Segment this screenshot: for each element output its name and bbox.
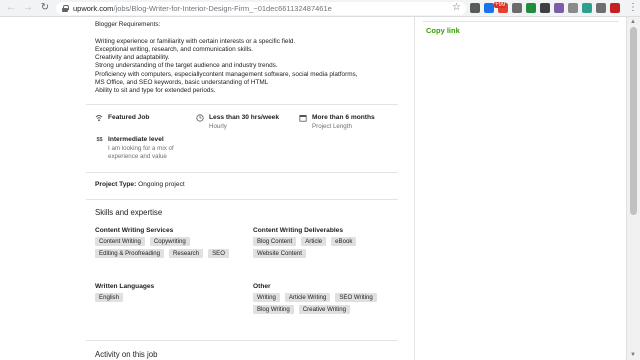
skill-tags: English [95, 293, 245, 302]
forward-icon[interactable]: → [22, 2, 34, 14]
url-host: upwork.com [73, 4, 114, 13]
requirements-heading: Blogger Requirements: [95, 21, 161, 28]
skill-group-title: Content Writing Deliverables [253, 227, 344, 234]
url-path: /jobs/Blog-Writer-for-Interior-Design-Fi… [113, 4, 332, 13]
featured-job-label: Featured Job [108, 114, 150, 121]
skill-tag[interactable]: Creative Writing [298, 305, 350, 314]
browser-menu-icon[interactable]: ⋮ [628, 2, 638, 13]
skill-tag[interactable]: Writing [253, 293, 280, 302]
skill-tag[interactable]: Content Writing [95, 237, 145, 246]
extension-icon-dark[interactable] [470, 3, 480, 13]
project-type-value: Ongoing project [138, 181, 185, 188]
skill-group-title: Written Languages [95, 283, 155, 290]
skill-tag[interactable]: Blog Writing [253, 305, 294, 314]
skill-tag[interactable]: English [95, 293, 123, 302]
extension-icon-purple[interactable] [554, 3, 564, 13]
skills-title: Skills and expertise [95, 208, 163, 217]
scroll-down-arrow-icon[interactable]: ▼ [630, 352, 636, 358]
skill-tags: Writing Article Writing SEO Writing Blog… [253, 293, 403, 314]
skill-tag[interactable]: Research [168, 249, 204, 258]
skill-group-content-writing-deliverables: Content Writing Deliverables Blog Conten… [253, 227, 403, 258]
extension-icon-blue[interactable] [484, 3, 494, 13]
skill-tag[interactable]: eBook [331, 237, 357, 246]
skill-tag[interactable]: Copywriting [149, 237, 190, 246]
skill-tag[interactable]: Article [301, 237, 327, 246]
extension-badge-count: +99 [494, 2, 507, 8]
lock-icon [62, 5, 69, 12]
experience-level-desc: I am looking for a mix of experience and… [108, 145, 174, 160]
requirement-line: Strong understanding of the target audie… [95, 62, 278, 70]
divider [86, 199, 398, 200]
extension-icon-teal[interactable] [582, 3, 592, 13]
skill-group-content-writing-services: Content Writing Services Content Writing… [95, 227, 245, 258]
hours-label: Less than 30 hrs/week [209, 114, 280, 121]
project-length-caption: Project Length [312, 123, 352, 130]
skill-tag[interactable]: SEO Writing [335, 293, 377, 302]
scroll-up-arrow-icon[interactable]: ▲ [630, 19, 636, 25]
divider [86, 172, 398, 173]
requirements-block: Blogger Requirements: Writing experience… [95, 21, 405, 96]
extension-icon-gray-3[interactable] [596, 3, 606, 13]
activity-title: Activity on this job [95, 350, 158, 359]
skill-tag[interactable]: SEO [208, 249, 229, 258]
calendar-icon [299, 114, 307, 122]
reload-icon[interactable]: ↻ [39, 2, 51, 14]
address-bar[interactable]: upwork.com/jobs/Blog-Writer-for-Interior… [56, 2, 466, 15]
job-details-page: Blogger Requirements: Writing experience… [0, 17, 626, 360]
bookmark-star-icon[interactable]: ☆ [452, 2, 461, 13]
requirement-line: Exceptional writing, research, and commu… [95, 45, 254, 53]
skill-tags: Blog Content Article eBook Website Conte… [253, 237, 403, 258]
requirement-line: Creativity and adaptability. [95, 54, 170, 62]
back-icon[interactable]: ← [5, 2, 17, 14]
divider [86, 104, 398, 105]
experience-level-label: Intermediate level [108, 136, 164, 143]
scrollbar-thumb[interactable] [630, 27, 637, 215]
skill-tag[interactable]: Blog Content [253, 237, 297, 246]
skill-tag[interactable]: Article Writing [284, 293, 331, 302]
project-length-label: More than 6 months [312, 114, 375, 121]
requirement-line: MS Office, and SEO keywords, basic under… [95, 79, 269, 87]
extension-icon-green[interactable] [526, 3, 536, 13]
skill-group-title: Content Writing Services [95, 227, 174, 234]
extension-icon-gray[interactable] [512, 3, 522, 13]
skill-tags: Content Writing Copywriting Editing & Pr… [95, 237, 245, 258]
requirement-line: Writing experience or familiarity with c… [95, 37, 296, 45]
skill-group-other: Other Writing Article Writing SEO Writin… [253, 283, 403, 314]
hours-type: Hourly [209, 123, 227, 130]
skill-tag[interactable]: Website Content [253, 249, 306, 258]
featured-icon [95, 114, 103, 122]
requirement-line: Ability to sit and type for extended per… [95, 87, 216, 95]
extension-icon-red-2[interactable] [610, 3, 620, 13]
dollar-level-icon: $$ [96, 137, 103, 143]
skill-group-written-languages: Written Languages English [95, 283, 245, 302]
project-type-label: Project Type: [95, 181, 137, 188]
divider [86, 340, 398, 341]
requirement-line: Proficiency with computers, especiallyco… [95, 70, 358, 78]
skill-group-title: Other [253, 283, 271, 290]
browser-toolbar: ← → ↻ upwork.com/jobs/Blog-Writer-for-In… [0, 0, 640, 17]
copy-link-button[interactable]: Copy link [426, 26, 460, 35]
page-scrollbar[interactable]: ▲ ▼ [626, 17, 640, 360]
project-type: Project Type: Ongoing project [95, 181, 185, 188]
extension-icon-dark-2[interactable] [540, 3, 550, 13]
divider [423, 21, 619, 22]
clock-icon [196, 114, 204, 122]
skill-tag[interactable]: Editing & Proofreading [95, 249, 164, 258]
job-sidebar: Copy link [414, 17, 626, 360]
extension-icon-gray-2[interactable] [568, 3, 578, 13]
